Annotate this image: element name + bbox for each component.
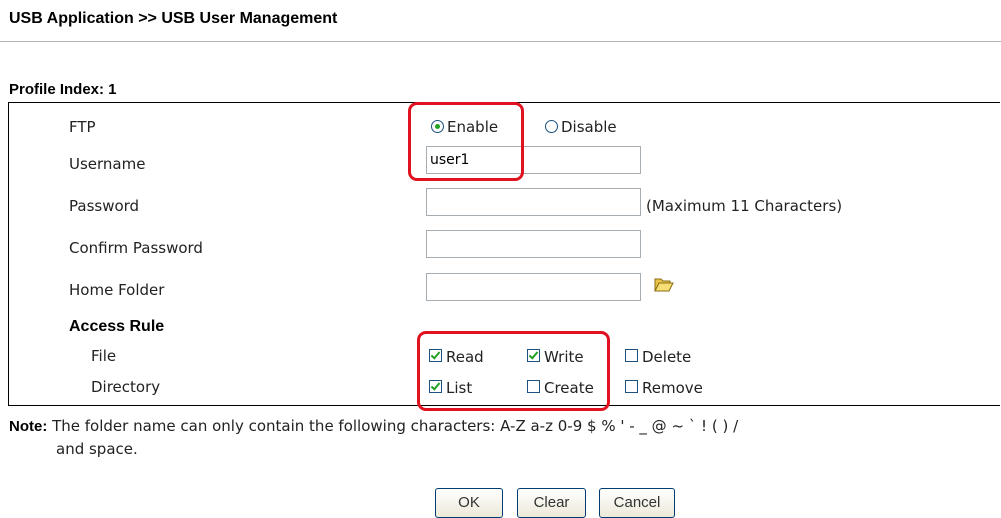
folder-open-icon[interactable] [654, 276, 674, 292]
directory-create-checkbox[interactable] [527, 380, 540, 393]
confirm-password-input[interactable] [426, 230, 641, 258]
clear-button[interactable]: Clear [517, 488, 586, 518]
ok-button[interactable]: OK [435, 488, 503, 518]
directory-list-checkbox[interactable] [429, 380, 442, 393]
directory-remove-checkbox[interactable] [625, 380, 638, 393]
title-divider [0, 41, 1001, 42]
access-rule-heading: Access Rule [69, 318, 165, 335]
password-input[interactable] [426, 188, 641, 216]
ftp-disable-label[interactable]: Disable [561, 118, 617, 136]
file-label: File [91, 347, 117, 365]
directory-list-label[interactable]: List [446, 379, 472, 397]
ftp-enable-radio[interactable] [431, 120, 444, 133]
file-write-label[interactable]: Write [544, 348, 584, 366]
cancel-button[interactable]: Cancel [599, 488, 675, 518]
password-hint: (Maximum 11 Characters) [646, 197, 843, 215]
ftp-label: FTP [69, 118, 96, 136]
page-title: USB Application >> USB User Management [9, 10, 338, 27]
file-read-checkbox[interactable] [429, 349, 442, 362]
note-prefix: Note: [9, 418, 48, 435]
home-folder-input[interactable] [426, 273, 641, 301]
file-delete-label[interactable]: Delete [642, 348, 691, 366]
profile-index-label: Profile Index: 1 [9, 81, 117, 98]
password-label: Password [69, 197, 140, 215]
note-line-2: and space. [56, 440, 138, 458]
directory-label: Directory [91, 378, 161, 396]
file-delete-checkbox[interactable] [625, 349, 638, 362]
directory-create-label[interactable]: Create [544, 379, 594, 397]
home-folder-label: Home Folder [69, 281, 165, 299]
note-text: Note: The folder name can only contain t… [9, 415, 994, 460]
file-write-checkbox[interactable] [527, 349, 540, 362]
ftp-disable-radio[interactable] [545, 120, 558, 133]
username-label: Username [69, 155, 146, 173]
ftp-enable-label[interactable]: Enable [447, 118, 498, 136]
confirm-password-label: Confirm Password [69, 239, 203, 257]
username-input[interactable] [426, 146, 641, 174]
file-read-label[interactable]: Read [446, 348, 484, 366]
note-line-1: The folder name can only contain the fol… [52, 417, 739, 435]
directory-remove-label[interactable]: Remove [642, 379, 703, 397]
